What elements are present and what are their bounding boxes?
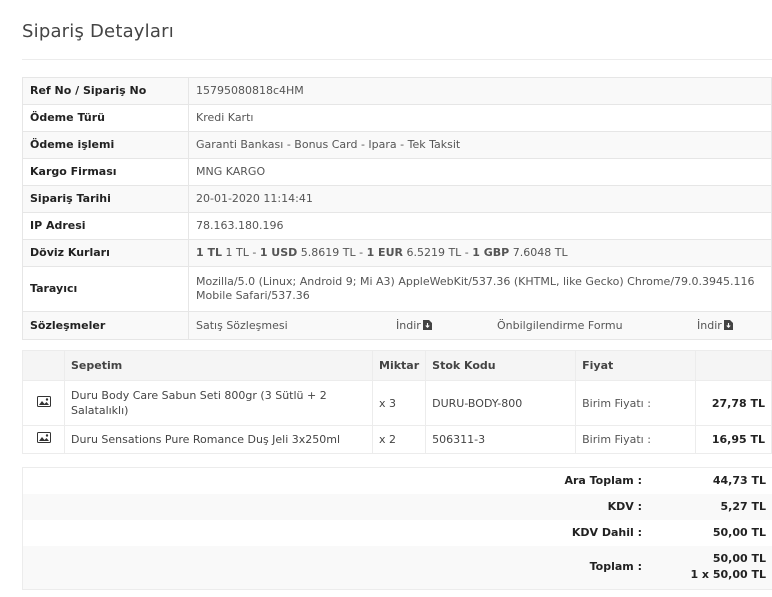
sku-column-header: Stok Kodu — [425, 350, 577, 381]
unit-price-value: 27,78 TL — [695, 380, 772, 426]
payment-type-label: Ödeme Türü — [22, 104, 189, 132]
info-row-order-date: Sipariş Tarihi 20-01-2020 11:14:41 — [22, 185, 772, 213]
browser-value: Mozilla/5.0 (Linux; Android 9; Mi A3) Ap… — [188, 266, 772, 312]
kdv-included-row: KDV Dahil : 50,00 TL — [23, 520, 772, 546]
currency-label: Döviz Kurları — [22, 239, 189, 267]
cargo-value: MNG KARGO — [188, 158, 772, 186]
product-qty: x 3 — [371, 380, 427, 426]
price-column-header: Fiyat — [575, 350, 696, 381]
sales-download-text: İndir — [396, 319, 421, 332]
payment-type-value: Kredi Kartı — [188, 104, 772, 132]
totals-table: Ara Toplam : 44,73 TL KDV : 5,27 TL KDV … — [22, 467, 772, 590]
kdv-included-label: KDV Dahil : — [571, 526, 642, 539]
kdv-included-value: 50,00 TL — [712, 526, 766, 539]
info-row-ref: Ref No / Sipariş No 15795080818c4HM — [22, 77, 772, 105]
total-label: Toplam : — [22, 545, 642, 590]
file-download-icon — [422, 320, 432, 330]
info-row-browser: Tarayıcı Mozilla/5.0 (Linux; Android 9; … — [22, 266, 772, 312]
product-image-cell — [22, 380, 65, 426]
contracts-cell: Satış Sözleşmesi İndir Önbilgilendirme F… — [189, 312, 771, 339]
info-row-cargo: Kargo Firması MNG KARGO — [22, 158, 772, 186]
info-row-ip: IP Adresi 78.163.180.196 — [22, 212, 772, 240]
info-row-currency: Döviz Kurları 1 TL 1 TL - 1 USD 5.8619 T… — [22, 239, 772, 267]
prelim-form-download[interactable]: İndir — [697, 319, 733, 333]
qty-column-header: Miktar — [371, 350, 427, 381]
currency-gbp-rate: 7.6048 TL — [509, 246, 568, 259]
image-icon — [36, 395, 51, 407]
image-icon — [36, 432, 51, 443]
info-row-contracts: Sözleşmeler Satış Sözleşmesi İndir Önbil… — [22, 311, 772, 340]
image-column-header — [22, 350, 65, 381]
cart-items-table: Sepetim Miktar Stok Kodu Fiyat Duru Body… — [22, 350, 772, 454]
title-divider — [22, 59, 772, 60]
subtotal-label: Ara Toplam : — [564, 474, 642, 488]
cart-header-row: Sepetim Miktar Stok Kodu Fiyat — [22, 350, 772, 381]
cart-row: Duru Sensations Pure Romance Duş Jeli 3x… — [22, 425, 772, 454]
cart-row: Duru Body Care Sabun Seti 800gr (3 Sütlü… — [22, 380, 772, 426]
prelim-download-text: İndir — [697, 319, 722, 332]
subtotal-value: 44,73 TL — [712, 474, 766, 488]
order-info-table: Ref No / Sipariş No 15795080818c4HM Ödem… — [22, 77, 772, 340]
currency-eur: 1 EUR — [366, 246, 403, 259]
sales-contract-download[interactable]: İndir — [396, 319, 432, 333]
total-installment: 1 x 50,00 TL — [690, 568, 766, 582]
ip-value: 78.163.180.196 — [188, 212, 772, 240]
currency-tl: 1 TL — [196, 246, 222, 259]
order-date-value: 20-01-2020 11:14:41 — [188, 185, 772, 213]
product-qty: x 2 — [371, 425, 427, 454]
unit-price-label: Birim Fiyatı : — [575, 425, 696, 454]
currency-eur-rate: 6.5219 TL - — [402, 246, 473, 259]
payment-process-value: Garanti Bankası - Bonus Card - Ipara - T… — [188, 131, 772, 159]
unit-price-label: Birim Fiyatı : — [575, 380, 696, 426]
file-download-icon — [723, 320, 733, 330]
cart-column-header: Sepetim — [64, 350, 373, 381]
currency-usd-rate: 5.8619 TL - — [297, 246, 367, 259]
kdv-label: KDV : — [22, 493, 642, 520]
order-date-label: Sipariş Tarihi — [22, 185, 189, 213]
total-value-cell: 50,00 TL 1 x 50,00 TL — [642, 545, 772, 590]
sales-contract-label: Satış Sözleşmesi — [196, 319, 288, 332]
currency-rates: 1 TL 1 TL - 1 USD 5.8619 TL - 1 EUR 6.52… — [188, 239, 772, 267]
product-name: Duru Body Care Sabun Seti 800gr (3 Sütlü… — [64, 380, 373, 426]
ref-label: Ref No / Sipariş No — [22, 77, 189, 105]
browser-label: Tarayıcı — [22, 266, 189, 312]
unit-price-value: 16,95 TL — [695, 425, 772, 454]
kdv-row: KDV : 5,27 TL — [22, 493, 772, 520]
payment-process-label: Ödeme işlemi — [22, 131, 189, 159]
total-row: Toplam : 50,00 TL 1 x 50,00 TL — [22, 545, 772, 590]
product-sku: 506311-3 — [425, 425, 577, 454]
page-title: Sipariş Detayları — [22, 21, 174, 42]
info-row-payment-process: Ödeme işlemi Garanti Bankası - Bonus Car… — [22, 131, 772, 159]
price-value-header — [695, 350, 772, 381]
ref-value: 15795080818c4HM — [188, 77, 772, 105]
total-value: 50,00 TL — [712, 552, 766, 566]
prelim-form-label: Önbilgilendirme Formu — [497, 319, 623, 332]
product-image-cell — [22, 425, 65, 454]
currency-tl-rate: 1 TL - — [222, 246, 260, 259]
cargo-label: Kargo Firması — [22, 158, 189, 186]
contracts-label: Sözleşmeler — [22, 311, 189, 340]
currency-usd: 1 USD — [259, 246, 298, 259]
product-sku: DURU-BODY-800 — [425, 380, 577, 426]
subtotal-row: Ara Toplam : 44,73 TL — [23, 468, 772, 494]
currency-gbp: 1 GBP — [472, 246, 510, 259]
kdv-value: 5,27 TL — [642, 493, 772, 520]
product-name: Duru Sensations Pure Romance Duş Jeli 3x… — [64, 425, 373, 454]
info-row-payment-type: Ödeme Türü Kredi Kartı — [22, 104, 772, 132]
ip-label: IP Adresi — [22, 212, 189, 240]
